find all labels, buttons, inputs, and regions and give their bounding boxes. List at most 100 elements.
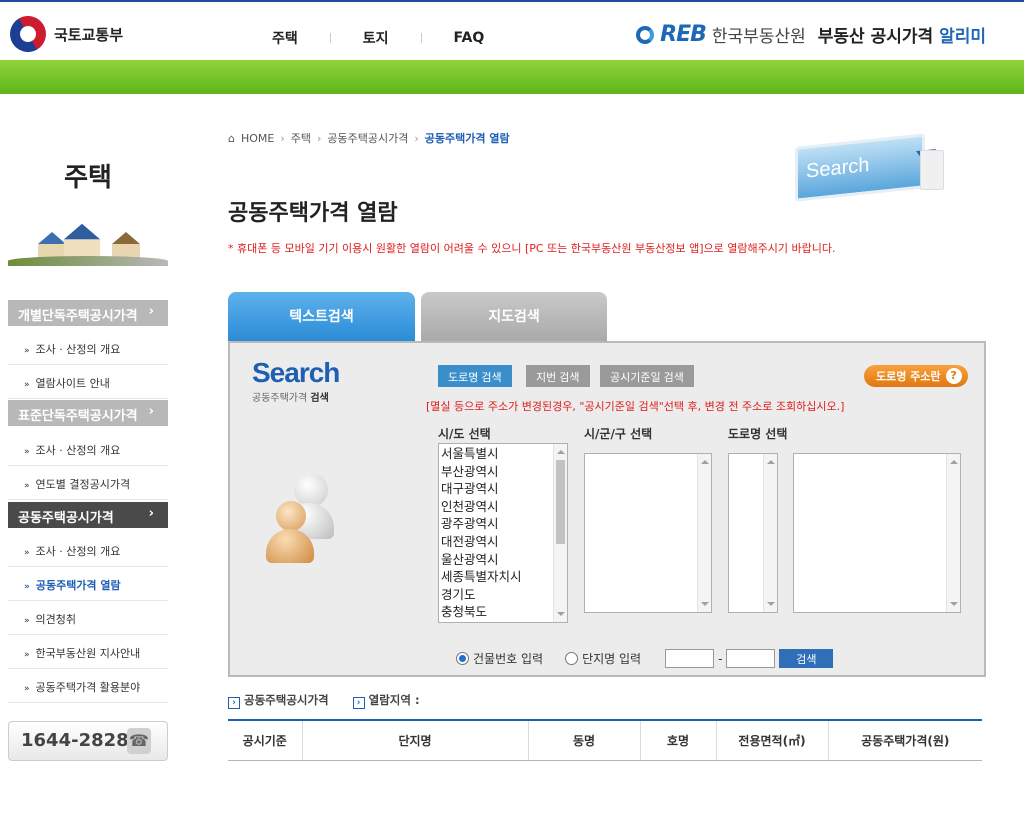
menu-standard-house-price[interactable]: 표준단독주택공시가격 › bbox=[8, 400, 168, 426]
search-panel: Search 공동주택가격 검색 도로명 검색 지번 검색 공시기준일 검색 도… bbox=[228, 341, 986, 677]
telephone-icon: ☎ bbox=[127, 728, 151, 754]
nav-housing[interactable]: 주택 bbox=[240, 28, 330, 48]
sidebar-item-branch-info[interactable]: » 한국부동산원 지사안내 bbox=[8, 635, 168, 669]
sido-option[interactable]: 경기도 bbox=[441, 586, 565, 604]
menu-individual-house-price[interactable]: 개별단독주택공시가격 › bbox=[8, 300, 168, 326]
search-button[interactable]: 검색 bbox=[779, 649, 834, 668]
road-name-select[interactable] bbox=[793, 453, 961, 613]
gov-logo-link[interactable]: 국토교통부 bbox=[3, 9, 124, 59]
tab-map-search[interactable]: 지도검색 bbox=[421, 292, 607, 342]
reb-wordmark: REB bbox=[660, 22, 707, 47]
building-sub-number-input[interactable] bbox=[726, 649, 776, 668]
road-address-help-label: 도로명 주소란 bbox=[876, 370, 941, 383]
menu-item-label: 의견청취 bbox=[35, 613, 76, 626]
person-search-icon bbox=[266, 473, 340, 573]
search-logo-word: Search bbox=[252, 357, 340, 388]
scroll-down-icon[interactable] bbox=[701, 602, 709, 606]
scroll-thumb[interactable] bbox=[556, 460, 565, 544]
menu-item-label: 조사 · 산정의 개요 bbox=[35, 343, 121, 356]
sidebar-item-survey-overview[interactable]: » 조사 · 산정의 개요 bbox=[8, 533, 168, 567]
sido-option[interactable]: 부산광역시 bbox=[441, 463, 565, 481]
service-title: 부동산 공시가격 알리미 bbox=[818, 22, 986, 47]
nav-faq[interactable]: FAQ bbox=[422, 30, 517, 46]
road-initial-scrollbar[interactable] bbox=[763, 454, 777, 612]
sido-option[interactable]: 대구광역시 bbox=[441, 480, 565, 498]
building-number-radio-label[interactable]: 건물번호 입력 bbox=[473, 650, 543, 667]
chevron-right-box-icon: › bbox=[228, 697, 240, 709]
building-main-number-input[interactable] bbox=[665, 649, 715, 668]
subtab-apartment-price[interactable]: › 공동주택공시가격 bbox=[228, 692, 329, 709]
subtab-viewing-region-label: 열람지역 : bbox=[368, 693, 420, 707]
gov-name: 국토교통부 bbox=[54, 25, 124, 44]
help-icon: ? bbox=[945, 368, 962, 384]
scroll-up-icon[interactable] bbox=[557, 450, 565, 454]
sido-option[interactable]: 울산광역시 bbox=[441, 551, 565, 569]
menu-head-label: 공동주택공시가격 bbox=[18, 511, 114, 526]
sido-option[interactable]: 대전광역시 bbox=[441, 533, 565, 551]
mobile-notice: * 휴대폰 등 모바일 기기 이용시 원활한 열람이 어려울 수 있으니 [PC… bbox=[228, 242, 836, 255]
sidebar-item-opinion[interactable]: » 의견청취 bbox=[8, 601, 168, 635]
sidebar-item-yearly-price[interactable]: » 연도별 결정공시가격 bbox=[8, 466, 168, 500]
sigungu-scrollbar[interactable] bbox=[697, 454, 711, 612]
results-table: 공시기준 단지명 동명 호명 전용면적(㎡) 공동주택가격(원) bbox=[228, 719, 982, 761]
sido-option[interactable]: 충청북도 bbox=[441, 603, 565, 621]
menu-item-label: 공동주택가격 열람 bbox=[35, 579, 121, 592]
tab-text-search[interactable]: 텍스트검색 bbox=[228, 292, 415, 342]
menu-item-label: 열람사이트 안내 bbox=[35, 377, 110, 390]
bullet-icon: » bbox=[24, 582, 30, 592]
menu-head-label: 표준단독주택공시가격 bbox=[18, 409, 138, 424]
sidebar-title: 주택 bbox=[64, 163, 112, 193]
sido-options: 서울특별시 부산광역시 대구광역시 인천광역시 광주광역시 대전광역시 울산광역… bbox=[439, 444, 567, 622]
complex-name-radio-label[interactable]: 단지명 입력 bbox=[582, 650, 641, 667]
sigungu-select[interactable] bbox=[584, 453, 712, 613]
menu-apartment-price[interactable]: 공동주택공시가격 › bbox=[8, 502, 168, 528]
sido-scrollbar[interactable] bbox=[553, 444, 567, 622]
road-name-scrollbar[interactable] bbox=[946, 454, 960, 612]
base-date-search-button[interactable]: 공시기준일 검색 bbox=[600, 365, 694, 387]
site-header: 국토교통부 주택 토지 FAQ REB 한국부동산원 부동산 공시가격 알리미 bbox=[0, 2, 1024, 60]
scroll-up-icon[interactable] bbox=[950, 460, 958, 464]
bullet-icon: » bbox=[24, 616, 30, 626]
breadcrumb-housing[interactable]: 주택 bbox=[291, 130, 311, 146]
sigungu-label: 시/군/구 선택 bbox=[584, 427, 653, 441]
breadcrumb-home[interactable]: HOME bbox=[241, 132, 274, 145]
bullet-icon: » bbox=[24, 684, 30, 694]
road-name-search-button[interactable]: 도로명 검색 bbox=[438, 365, 512, 387]
sido-option[interactable]: 광주광역시 bbox=[441, 515, 565, 533]
ground-strip bbox=[8, 256, 168, 266]
sido-select[interactable]: 서울특별시 부산광역시 대구광역시 인천광역시 광주광역시 대전광역시 울산광역… bbox=[438, 443, 568, 623]
search-logo: Search 공동주택가격 검색 bbox=[252, 357, 340, 404]
complex-name-radio[interactable] bbox=[565, 652, 579, 665]
input-type-row: 건물번호 입력 단지명 입력 - 검색 bbox=[456, 649, 834, 668]
sido-option[interactable]: 세종특별자치시 bbox=[441, 568, 565, 586]
road-initial-select[interactable] bbox=[728, 453, 778, 613]
menu-item-label: 조사 · 산정의 개요 bbox=[35, 444, 121, 457]
sidebar-item-survey-overview[interactable]: » 조사 · 산정의 개요 bbox=[8, 331, 168, 365]
sidebar-item-usage[interactable]: » 공동주택가격 활용분야 bbox=[8, 669, 168, 703]
scroll-up-icon[interactable] bbox=[701, 460, 709, 464]
reb-mark-icon bbox=[636, 25, 655, 44]
subtab-viewing-region[interactable]: › 열람지역 : bbox=[352, 692, 420, 709]
breadcrumb-apartment-price[interactable]: 공동주택공시가격 bbox=[327, 130, 408, 146]
scroll-down-icon[interactable] bbox=[767, 602, 775, 606]
lot-number-search-button[interactable]: 지번 검색 bbox=[526, 365, 590, 387]
nav-land[interactable]: 토지 bbox=[331, 28, 421, 48]
sido-option[interactable]: 서울특별시 bbox=[441, 445, 565, 463]
sidebar-item-survey-overview[interactable]: » 조사 · 산정의 개요 bbox=[8, 432, 168, 466]
building-number-radio[interactable] bbox=[456, 652, 469, 665]
col-area: 전용면적(㎡) bbox=[715, 720, 828, 761]
reb-logo-link[interactable]: REB 한국부동산원 부동산 공시가격 알리미 bbox=[636, 22, 986, 47]
sido-option[interactable]: 인천광역시 bbox=[441, 498, 565, 516]
sido-label: 시/도 선택 bbox=[438, 427, 491, 441]
sidebar-item-viewing-site[interactable]: » 열람사이트 안내 bbox=[8, 365, 168, 399]
scroll-up-icon[interactable] bbox=[767, 460, 775, 464]
road-address-help-button[interactable]: 도로명 주소란 ? bbox=[864, 365, 968, 387]
search-screen-illustration: Search bbox=[795, 133, 936, 202]
sidebar-item-apartment-price-view[interactable]: » 공동주택가격 열람 bbox=[8, 567, 168, 601]
table-header-row: 공시기준 단지명 동명 호명 전용면적(㎡) 공동주택가격(원) bbox=[228, 720, 982, 761]
scroll-down-icon[interactable] bbox=[950, 602, 958, 606]
col-ho: 호명 bbox=[639, 720, 716, 761]
scroll-down-icon[interactable] bbox=[557, 612, 565, 616]
bullet-icon: » bbox=[24, 447, 30, 457]
chevron-right-box-icon: › bbox=[352, 697, 365, 709]
